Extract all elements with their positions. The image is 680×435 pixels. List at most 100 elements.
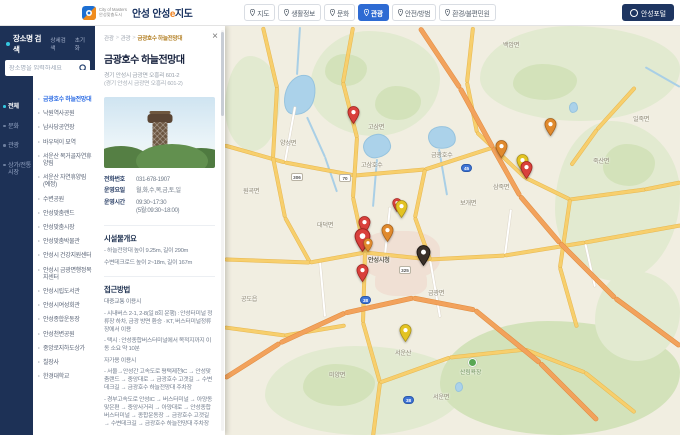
map-canvas[interactable]: 30670325453838백암면일죽면고삼면양성면금광호수고삼호수죽산면원곡면… [225,26,680,435]
map-marker-yellow[interactable] [395,200,408,218]
place-item[interactable]: 수변공원 [38,197,92,204]
tab-관광[interactable]: 관광 [358,4,389,21]
map-lake [426,124,458,152]
city-slogan: City of Masters 안성맞춤도시 [99,8,129,17]
place-item[interactable]: 바우덕이 묘역 [38,140,92,147]
map-marker-red[interactable] [520,161,533,179]
place-item[interactable]: 안성맞춤박물관 [38,239,92,246]
category-전체[interactable]: 전체 [0,103,33,111]
place-item[interactable]: 안성종합운동장 [38,317,92,324]
place-item[interactable]: 안성시 건강지원센터 [38,253,92,260]
info-field: 운영요일월,화,수,목,금,토,일 [104,187,215,196]
place-item[interactable]: 칠장사 [38,360,92,367]
place-item[interactable]: 안성시여성회관 [38,303,92,310]
road-shield: 38 [360,296,371,304]
bullet-dot-icon [3,164,6,167]
section-line: 대중교통 이용시 [104,298,215,306]
map-road [352,137,359,197]
tab-지도[interactable]: 지도 [244,4,275,21]
reset-link[interactable]: 초기화 [75,36,90,52]
address-line1: 경기 안성시 금광면 오흥리 601-2 [104,73,215,81]
category-문화[interactable]: 문화 [0,123,33,131]
section-line: 자가용 이용시 [104,357,215,365]
tab-환경/불편민원[interactable]: 환경/불편민원 [439,4,495,21]
close-icon[interactable]: × [210,30,220,44]
map-marker-orange[interactable] [544,118,557,136]
map-marker-orange[interactable] [495,140,508,158]
category-상가/전통시장[interactable]: 상가/전통시장 [0,162,33,177]
anseong-logo[interactable]: City of Masters 안성맞춤도시 안성 안성e지도 [82,5,192,20]
forest-poi-icon [468,358,477,367]
map-road [225,258,310,264]
scrollbar-thumb[interactable] [221,32,224,116]
section-line: - 시내버스 2-1, 2-8(일 8회 운행) : 안성터미널 정류장 하차,… [104,310,215,334]
tab-문화[interactable]: 문화 [324,4,355,21]
breadcrumb-item[interactable]: 관광 [121,34,131,42]
map-road [345,296,414,315]
map-pin-icon [250,9,255,16]
map-road [284,217,312,263]
map-label: 금광호수 [431,150,453,159]
map-marker-black-selected[interactable] [416,245,431,266]
place-item[interactable]: 안성맞춤랜드 [38,211,92,218]
place-item[interactable]: 남사당공연장 [38,125,92,132]
map-marker-red[interactable] [347,106,360,124]
portal-button[interactable]: 안성포털 [622,4,674,21]
place-photo [104,97,215,168]
map-marker-orange[interactable] [363,238,373,252]
map-label: 서운산 [395,348,411,357]
map-marker-red[interactable] [356,264,369,282]
breadcrumb-item[interactable]: 관광 [104,34,114,42]
panel-scrollbar[interactable] [221,30,224,431]
search-title: 장소명 검색 [13,33,47,55]
map-marker-yellow[interactable] [399,324,412,342]
map-label: 미양면 [329,370,345,379]
bullet-dot-icon [3,105,6,108]
map-road [310,251,366,264]
map-road [559,267,579,328]
breadcrumb: 관광>관광>금광호수 하늘전망대 [104,34,215,42]
field-value: 031-678-1907 [136,176,215,185]
breadcrumb-item[interactable]: 금광호수 하늘전망대 [137,34,182,42]
page-title: 금광호수 하늘전망대 [104,51,215,66]
place-item[interactable]: 한경대학교 [38,374,92,381]
category-list: 전체문화관광상가/전통시장 [0,70,33,435]
tab-생활정보[interactable]: 생활정보 [278,4,321,21]
map-pin-icon [330,9,335,16]
place-item[interactable]: 서운산 자연휴양림(예정) [38,175,92,189]
map-label: 금광면 [428,288,444,297]
map-label: 대덕면 [317,220,333,229]
place-item[interactable]: 안성시 금광면행정복지센터 [38,268,92,282]
place-item[interactable]: 안성천변공원 [38,332,92,339]
section-line: - 서울→안성간 고속도로 평택제천IC → 안성맞춤랜드 → 중앙대로 → 금… [104,368,215,392]
place-item[interactable]: 중앙로지하도상가 [38,346,92,353]
place-item[interactable]: 안성맞춤시장 [38,225,92,232]
map-river [296,27,301,75]
map-green-area [310,31,440,136]
search-sidebar: 장소명 검색 상세검색 초기화 전체문화관광상가/전통시장 금광호수 하늘전망대… [0,26,95,435]
map-label: 삼죽면 [493,182,509,191]
bullet-dot-icon [3,144,6,147]
map-pin-icon [284,9,289,16]
map-label: 죽산면 [593,156,609,165]
map-marker-orange[interactable] [381,224,394,242]
place-item[interactable]: 서운산 복거골자연휴양림 [38,154,92,168]
road-shield: 306 [291,173,303,181]
map-label: 공도읍 [241,294,257,303]
place-item[interactable]: 낙원역사공원 [38,111,92,118]
map-label: 양성면 [280,138,296,147]
detail-search-link[interactable]: 상세검색 [50,36,70,52]
place-item[interactable]: 금광호수 하늘전망대 [38,97,92,104]
road-shield: 38 [403,396,414,404]
tab-안전/방범[interactable]: 안전/방범 [392,4,436,21]
app: 30670325453838백암면일죽면고삼면양성면금광호수고삼호수죽산면원곡면… [0,0,680,435]
road-shield: 325 [399,266,411,274]
road-shield: 70 [339,174,351,182]
category-관광[interactable]: 관광 [0,142,33,150]
section-line: 수변데크로드 높이 2~18m, 길이 167m [104,259,215,267]
map-road [414,169,427,218]
globe-icon [630,9,638,17]
place-item[interactable]: 안성시립도서관 [38,289,92,296]
map-road [225,326,285,337]
map-pin-icon [364,9,369,16]
